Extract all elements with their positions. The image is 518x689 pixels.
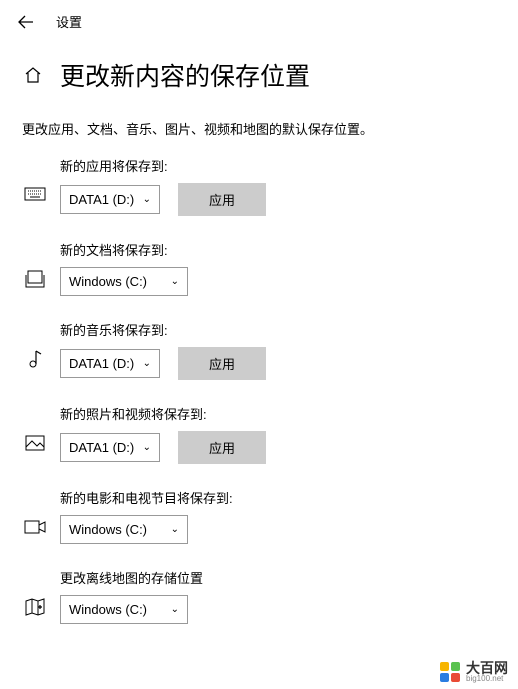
apps-dropdown-value: DATA1 (D:) <box>69 192 135 207</box>
music-icon <box>24 348 46 370</box>
chevron-down-icon: ⌄ <box>171 524 179 535</box>
chevron-down-icon: ⌄ <box>171 276 179 287</box>
apps-icon <box>24 184 46 206</box>
chevron-down-icon: ⌄ <box>143 358 151 369</box>
watermark: 大百网 big100.net <box>440 661 508 683</box>
back-button[interactable] <box>18 15 34 29</box>
movies-dropdown-value: Windows (C:) <box>69 522 163 537</box>
documents-dropdown[interactable]: Windows (C:) ⌄ <box>60 267 188 296</box>
page-title: 更改新内容的保存位置 <box>60 57 310 93</box>
maps-icon <box>24 596 46 618</box>
documents-dropdown-value: Windows (C:) <box>69 274 163 289</box>
chevron-down-icon: ⌄ <box>171 604 179 615</box>
music-apply-button[interactable]: 应用 <box>178 347 266 380</box>
home-icon[interactable] <box>24 66 42 84</box>
chevron-down-icon: ⌄ <box>143 442 151 453</box>
photos-label: 新的照片和视频将保存到: <box>60 404 518 423</box>
documents-icon <box>24 268 46 290</box>
chevron-down-icon: ⌄ <box>143 194 151 205</box>
documents-label: 新的文档将保存到: <box>60 240 518 259</box>
watermark-logo-icon <box>440 662 460 682</box>
apps-apply-button[interactable]: 应用 <box>178 183 266 216</box>
watermark-url: big100.net <box>466 675 508 683</box>
movies-icon <box>24 516 46 538</box>
apps-dropdown[interactable]: DATA1 (D:) ⌄ <box>60 185 160 214</box>
page-description: 更改应用、文档、音乐、图片、视频和地图的默认保存位置。 <box>0 107 518 156</box>
maps-dropdown[interactable]: Windows (C:) ⌄ <box>60 595 188 624</box>
photos-apply-button[interactable]: 应用 <box>178 431 266 464</box>
photos-dropdown-value: DATA1 (D:) <box>69 440 135 455</box>
watermark-name: 大百网 <box>466 661 508 675</box>
maps-dropdown-value: Windows (C:) <box>69 602 163 617</box>
movies-label: 新的电影和电视节目将保存到: <box>60 488 518 507</box>
music-label: 新的音乐将保存到: <box>60 320 518 339</box>
music-dropdown-value: DATA1 (D:) <box>69 356 135 371</box>
maps-label: 更改离线地图的存储位置 <box>60 568 518 587</box>
header-title: 设置 <box>56 12 82 31</box>
movies-dropdown[interactable]: Windows (C:) ⌄ <box>60 515 188 544</box>
music-dropdown[interactable]: DATA1 (D:) ⌄ <box>60 349 160 378</box>
photos-dropdown[interactable]: DATA1 (D:) ⌄ <box>60 433 160 462</box>
apps-label: 新的应用将保存到: <box>60 156 518 175</box>
photos-icon <box>24 432 46 454</box>
